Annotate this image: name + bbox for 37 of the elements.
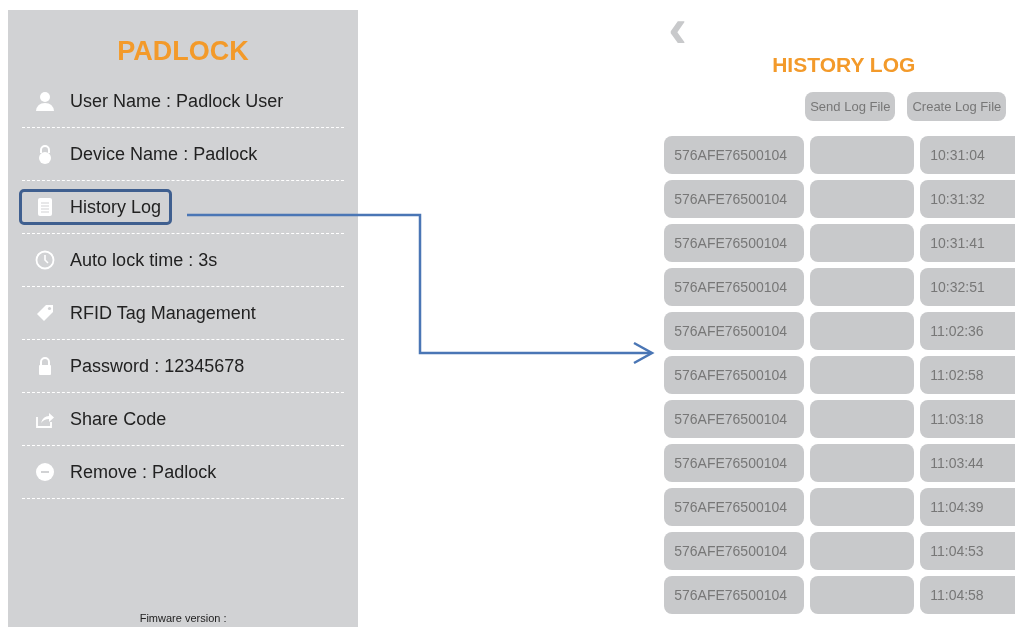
clock-icon [35, 250, 56, 270]
time-cell: 11:02:58 [920, 356, 1016, 394]
tag-id-cell: 576AFE76500104 [664, 356, 805, 394]
tag-id-cell: 576AFE76500104 [664, 532, 805, 570]
user-icon [35, 91, 56, 111]
firmware-version: Fimware version : [139, 610, 227, 626]
time-cell: 10:31:32 [920, 180, 1016, 218]
app-title: PADLOCK [117, 35, 249, 67]
tag-id-cell: 576AFE76500104 [664, 136, 805, 174]
menu-item[interactable]: History Log [19, 189, 173, 225]
time-cell: 11:03:44 [920, 444, 1016, 482]
page-title: HISTORY LOG [772, 53, 917, 77]
menu-item[interactable]: Device Name : Padlock [19, 136, 269, 172]
menu-item[interactable]: Password : 12345678 [19, 348, 256, 384]
time-cell: 10:31:04 [920, 136, 1016, 174]
time-cell: 11:02:36 [920, 312, 1016, 350]
tag-id-cell: 576AFE76500104 [664, 312, 805, 350]
tag-id-cell: 576AFE76500104 [664, 444, 805, 482]
tag-id-cell: 576AFE76500104 [664, 268, 805, 306]
tag-id-cell: 576AFE76500104 [664, 224, 805, 262]
minus-circle-icon [35, 462, 56, 482]
time-cell: 11:04:58 [920, 576, 1016, 614]
tag-id-cell: 576AFE76500104 [664, 488, 805, 526]
tag-icon [35, 303, 56, 323]
time-cell: 11:03:18 [920, 400, 1016, 438]
tag-id-cell: 576AFE76500104 [664, 400, 805, 438]
tag-id-cell: 576AFE76500104 [664, 576, 805, 614]
menu-item[interactable]: RFID Tag Management [19, 295, 267, 331]
time-cell: 10:32:51 [920, 268, 1016, 306]
tag-id-cell: 576AFE76500104 [664, 180, 805, 218]
time-cell: 10:31:41 [920, 224, 1016, 262]
time-cell: 11:04:53 [920, 532, 1016, 570]
menu-item[interactable]: Auto lock time : 3s [19, 242, 229, 278]
time-cell: 11:04:39 [920, 488, 1016, 526]
menu-item[interactable]: Share Code [19, 401, 178, 437]
menu-item[interactable]: User Name : Padlock User [19, 83, 295, 119]
menu-item[interactable]: Remove : Padlock [19, 454, 228, 490]
